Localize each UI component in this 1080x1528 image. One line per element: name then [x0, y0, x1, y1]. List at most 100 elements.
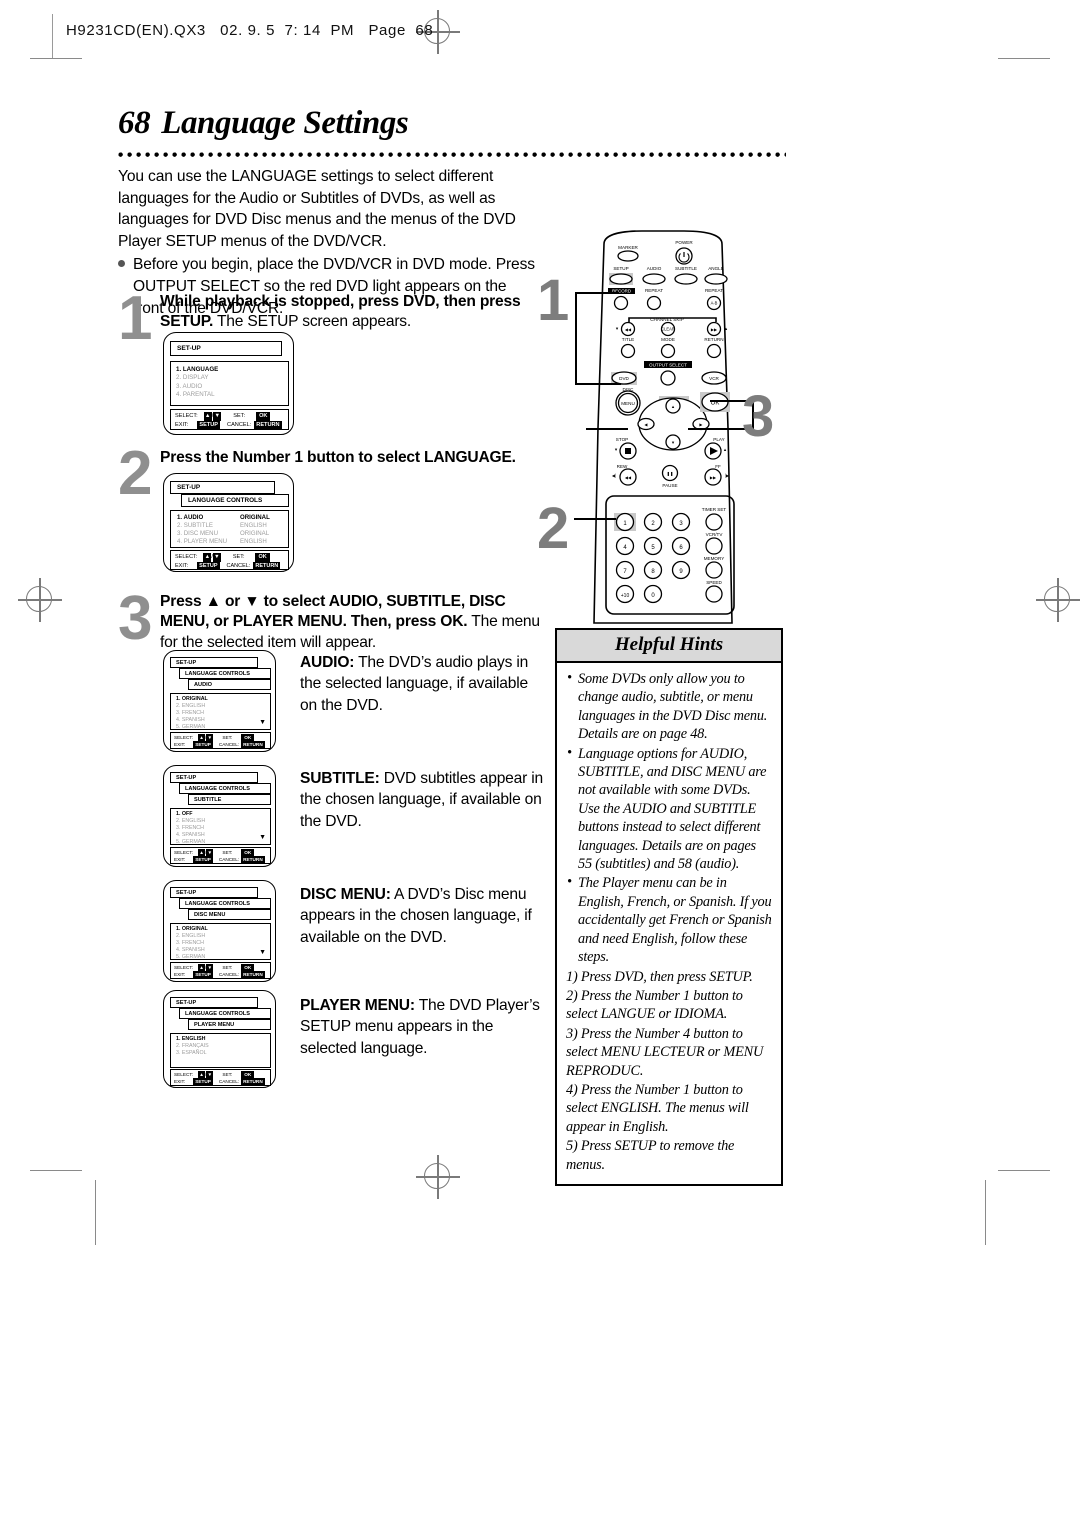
osd-list-language-controls: 1. AUDIO ORIGINAL 2. SUBTITLE ENGLISH 3. D…	[170, 510, 289, 548]
svg-text:RETURN: RETURN	[704, 337, 723, 342]
description-term: SUBTITLE:	[300, 770, 380, 787]
svg-text:VCR: VCR	[709, 376, 719, 381]
hint-step: 4) Press the Number 1 button to select E…	[566, 1081, 749, 1135]
svg-text:MENU: MENU	[621, 401, 635, 406]
osd-bar-setup: SET-UP	[170, 772, 258, 783]
osd-bar-language-controls: LANGUAGE CONTROLS	[181, 494, 289, 507]
svg-text:REW: REW	[617, 464, 628, 469]
osd-bar-label: SET-UP	[176, 774, 197, 781]
osd-ok-key: OK	[241, 1071, 255, 1079]
callout-1-number: 1	[537, 268, 570, 333]
osd-bar-label: LANGUAGE CONTROLS	[185, 670, 250, 677]
osd-footer: SELECT: ▲ / ▼ SET: OK EXIT: SETUP CANCEL…	[170, 962, 271, 979]
osd-up-key: ▲	[198, 964, 206, 972]
crop-mark-bottom-right	[998, 1170, 1050, 1172]
osd-scroll-caret-icon: ▼	[259, 949, 266, 957]
osd-row: 2. DISPLAY	[176, 374, 209, 382]
osd-footer: SELECT: ▲ / ▼ SET: OK EXIT: SETUP CANCEL…	[170, 409, 289, 430]
osd-ok-key: OK	[241, 734, 255, 742]
svg-text:CLEAR: CLEAR	[661, 327, 675, 332]
hint-step: 2) Press the Number 1 button to select L…	[566, 987, 743, 1023]
osd-row: 3. FRENCH	[176, 709, 204, 716]
osd-bar-label: LANGUAGE CONTROLS	[185, 900, 250, 907]
osd-row: 3. AUDIO	[176, 382, 203, 390]
svg-text:▲: ▲	[723, 447, 727, 452]
osd-exit-label: EXIT:	[174, 857, 186, 863]
osd-scroll-caret-icon: ▼	[259, 719, 266, 727]
osd-up-key: ▲	[198, 1071, 206, 1079]
svg-text:SUBTITLE: SUBTITLE	[675, 266, 697, 271]
osd-exit-label: EXIT:	[174, 1079, 186, 1085]
crop-mark-bottom-left	[30, 1170, 82, 1172]
hint-bullet-icon: •	[567, 874, 572, 891]
osd-down-key: ▼	[212, 553, 221, 562]
osd-footer-row-select: SELECT: ▲ / ▼ SET: OK	[175, 412, 284, 421]
title-divider	[118, 152, 786, 161]
bullet-dot-icon	[118, 260, 125, 268]
callout-1-line-h	[575, 292, 619, 295]
svg-text:▼: ▼	[615, 326, 619, 331]
svg-text:ANGLE: ANGLE	[708, 266, 724, 271]
osd-scroll-caret-icon: ▼	[259, 834, 266, 842]
osd-bar-player-menu: PLAYER MENU	[188, 1019, 271, 1030]
osd-bar-disc-menu: DISC MENU	[188, 909, 271, 920]
osd-exit-label: EXIT:	[174, 742, 186, 748]
svg-text:MARKER: MARKER	[618, 245, 638, 250]
osd-row: 4. SPANISH	[176, 946, 205, 953]
osd-row: 5. GERMAN	[176, 838, 206, 845]
svg-text:OUTPUT SELECT: OUTPUT SELECT	[649, 363, 687, 368]
registration-mark-bottom	[416, 1155, 460, 1199]
svg-text:MEMORY: MEMORY	[704, 556, 725, 561]
hint-step: 5) Press SETUP to remove the menus.	[566, 1138, 735, 1173]
osd-ok-key: OK	[256, 412, 271, 421]
svg-text:TITLE: TITLE	[622, 337, 635, 342]
osd-select-label: SELECT:	[174, 1072, 194, 1077]
osd-row: 1. ORIGINAL	[176, 696, 208, 702]
description-term: PLAYER MENU:	[300, 997, 415, 1014]
hint-step: 1) Press DVD, then press SETUP.	[566, 968, 753, 985]
osd-down-key: ▼	[206, 964, 214, 972]
osd-row: 5. GERMAN	[176, 953, 206, 960]
helpful-hints-box: Helpful Hints • Some DVDs only allow you …	[555, 628, 783, 1186]
page-frame-right	[985, 1180, 987, 1245]
registration-mark-right	[1036, 578, 1080, 622]
step-2-bold: Press the Number 1 button to select LANG…	[160, 449, 516, 466]
svg-text:MODE: MODE	[661, 337, 675, 342]
osd-footer: SELECT: ▲ / ▼ SET: OK EXIT: SETUP CANCEL…	[170, 550, 289, 571]
header-rule	[52, 14, 54, 58]
step-1-heading: While playback is stopped, press DVD, th…	[160, 292, 550, 333]
osd-footer-row-exit: EXIT: SETUP CANCEL: RETURN	[175, 561, 284, 571]
osd-bar-label: SET-UP	[176, 659, 197, 666]
osd-screen-audio: SET-UP LANGUAGE CONTROLS AUDIO 1. ORIGIN…	[163, 650, 276, 752]
description-disc-menu: DISC MENU: A DVD’s Disc menu appears in …	[300, 884, 543, 948]
osd-up-key: ▲	[198, 849, 206, 857]
svg-text:REPEAT: REPEAT	[645, 288, 663, 293]
osd-down-key: ▼	[213, 412, 222, 421]
svg-text:PAUSE: PAUSE	[662, 483, 677, 488]
osd-row: 1. AUDIO ORIGINAL	[177, 514, 270, 521]
osd-set-label: SET:	[222, 735, 233, 740]
helpful-hints-body: • Some DVDs only allow you to change audi…	[557, 663, 781, 1184]
osd-up-key: ▲	[203, 553, 212, 562]
osd-row: 1. OFF	[176, 811, 193, 817]
osd-set-label: SET:	[232, 554, 245, 560]
osd-footer: SELECT: ▲ / ▼ SET: OK EXIT: SETUP CANCEL…	[170, 732, 271, 749]
osd-row: 2. ENGLISH	[176, 702, 206, 709]
osd-bar-label: DISC MENU	[194, 911, 226, 918]
osd-exit-label: EXIT:	[175, 422, 189, 428]
osd-bar-language-controls: LANGUAGE CONTROLS	[179, 898, 271, 909]
osd-row: 5. GERMAN	[176, 723, 206, 730]
svg-text:VCR/TV: VCR/TV	[706, 532, 724, 537]
hint-text: The Player menu can be in English, Frenc…	[578, 875, 772, 966]
osd-row: 2. ENGLISH	[176, 817, 206, 824]
osd-exit-label: EXIT:	[174, 972, 186, 978]
description-audio: AUDIO: The DVD’s audio plays in the sele…	[300, 652, 543, 716]
svg-text:PLAY: PLAY	[713, 437, 724, 442]
osd-footer-row-select: SELECT: ▲ / ▼ SET: OK	[174, 1071, 267, 1079]
osd-row: 1. ORIGINAL	[176, 926, 208, 932]
osd-bar-label: SET-UP	[176, 999, 197, 1006]
osd-row: 3. FRENCH	[176, 939, 204, 946]
osd-return-key: RETURN	[241, 741, 265, 749]
osd-bar-label: SET-UP	[177, 484, 201, 491]
hint-bullet-icon: •	[567, 744, 572, 761]
